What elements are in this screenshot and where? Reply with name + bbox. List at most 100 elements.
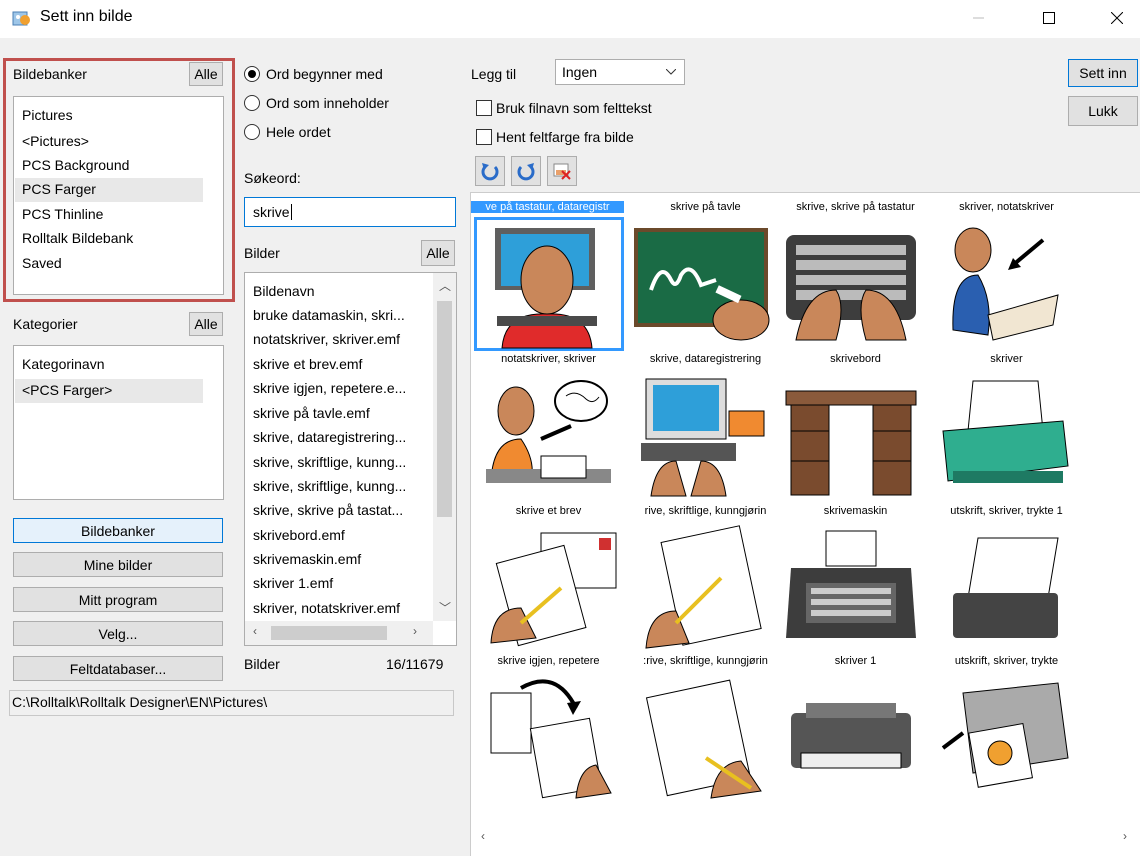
use-filename-option[interactable]: Bruk filnavn som felttekst (476, 100, 652, 116)
field-color-option[interactable]: Hent feltfarge fra bilde (476, 129, 634, 145)
bank-item[interactable]: Pictures (22, 107, 73, 123)
maximize-button[interactable] (1026, 0, 1072, 36)
images-list[interactable]: Bildenavn bruke datamaskin, skri... nota… (244, 272, 457, 646)
categories-list[interactable]: Kategorinavn <PCS Farger> (13, 345, 224, 500)
horizontal-scroll-thumb[interactable] (271, 626, 387, 640)
gallery-thumb[interactable] (481, 523, 621, 656)
gallery-thumb[interactable] (781, 220, 921, 353)
image-list-item[interactable]: notatskriver, skriver.emf (253, 331, 400, 347)
image-list-item[interactable]: skriver 1.emf (253, 575, 333, 591)
data-entry-image (641, 378, 765, 497)
keyword-input[interactable]: skrive (244, 197, 456, 227)
image-list-item[interactable]: skrive på tavle.emf (253, 405, 370, 421)
gallery-thumb[interactable] (631, 220, 771, 353)
written-notice-image (645, 525, 762, 649)
keyword-value: skrive (253, 204, 290, 220)
note-writer-image (952, 227, 1059, 341)
window-title: Sett inn bilde (40, 8, 133, 25)
gallery-thumb[interactable] (631, 371, 771, 504)
gallery-caption: skrive et brev (515, 505, 582, 517)
image-remove-icon (553, 163, 571, 180)
close-button[interactable] (1094, 0, 1140, 36)
scroll-left-icon[interactable]: ‹ (253, 624, 257, 638)
image-list-item[interactable]: skrive igjen, repetere.e... (253, 380, 406, 396)
gallery-thumb[interactable] (933, 673, 1073, 806)
gallery-thumb[interactable] (781, 673, 921, 806)
rotate-left-button[interactable] (475, 156, 505, 186)
images-all-button[interactable]: Alle (421, 240, 455, 266)
my-program-button[interactable]: Mitt program (13, 587, 223, 612)
gallery-thumb[interactable] (481, 673, 621, 806)
gallery-thumb[interactable] (933, 371, 1073, 504)
image-list-item[interactable]: skrivemaskin.emf (253, 551, 361, 567)
use-filename-checkbox[interactable] (476, 100, 492, 116)
rotate-right-button[interactable] (511, 156, 541, 186)
scroll-up-icon[interactable]: ︿ (439, 277, 451, 294)
option-contains[interactable]: Ord som inneholder (244, 95, 389, 111)
image-list-item[interactable]: skrive, dataregistrering... (253, 429, 406, 445)
image-list-item[interactable]: skrivebord.emf (253, 527, 345, 543)
option-starts-with-label: Ord begynner med (266, 66, 383, 82)
banks-button[interactable]: Bildebanker (13, 518, 223, 543)
image-list-item[interactable]: skrive, skriftlige, kunng... (253, 478, 406, 494)
choose-button[interactable]: Velg... (13, 621, 223, 646)
field-database-button[interactable]: Feltdatabaser... (13, 656, 223, 681)
app-icon (12, 11, 30, 26)
categories-all-button[interactable]: Alle (189, 312, 223, 336)
bank-item[interactable]: Rolltalk Bildebank (22, 230, 133, 246)
gallery-caption: skrivebord (830, 353, 881, 365)
image-list-item[interactable]: skrive et brev.emf (253, 356, 362, 372)
gallery-thumb[interactable] (781, 371, 921, 504)
minimize-button[interactable] (956, 0, 1002, 36)
banks-list[interactable]: Pictures <Pictures> PCS Background PCS F… (13, 96, 224, 295)
gallery-caption: rive, skriftlige, kunngjørin (644, 505, 767, 517)
gallery-thumb[interactable] (933, 220, 1073, 353)
gallery-thumb[interactable] (631, 673, 771, 806)
image-list-item[interactable]: bruke datamaskin, skri... (253, 307, 405, 323)
image-gallery[interactable]: ve på tastatur, dataregistr skrive på ta… (470, 192, 1140, 856)
horizontal-scrollbar[interactable]: ‹ › (245, 621, 433, 645)
bank-item[interactable]: PCS Background (22, 157, 129, 173)
banks-label: Bildebanker (13, 66, 87, 82)
bank-item-selected[interactable]: PCS Farger (22, 181, 96, 197)
bank-item[interactable]: PCS Thinline (22, 206, 103, 222)
image-list-item[interactable]: skrive, skriftlige, kunng... (253, 454, 406, 470)
close-dialog-button[interactable]: Lukk (1068, 96, 1138, 126)
gallery-thumb-selected[interactable] (474, 217, 624, 351)
gallery-scroll-left-icon[interactable]: ‹ (481, 829, 485, 843)
gallery-thumb[interactable] (933, 523, 1073, 656)
insert-button[interactable]: Sett inn (1068, 59, 1138, 87)
banks-all-button[interactable]: Alle (189, 62, 223, 86)
radio-contains[interactable] (244, 95, 260, 111)
image-list-item[interactable]: skriver, notatskriver.emf (253, 600, 400, 616)
minimize-icon (973, 17, 984, 19)
remove-image-button[interactable] (547, 156, 577, 186)
add-dropdown[interactable]: Ingen (555, 59, 685, 85)
radio-starts-with[interactable] (244, 66, 260, 82)
radio-whole-word[interactable] (244, 124, 260, 140)
option-whole-word[interactable]: Hele ordet (244, 124, 331, 140)
printer-1-image (791, 703, 911, 769)
gallery-scroll-right-icon[interactable]: › (1123, 829, 1127, 843)
gallery-thumb[interactable] (631, 523, 771, 656)
gallery-caption: skriver, notatskriver (959, 201, 1054, 213)
written-document-image (645, 679, 762, 799)
scroll-down-icon[interactable]: ﹀ (439, 599, 451, 616)
vertical-scrollbar[interactable]: ︿ ﹀ (433, 273, 456, 621)
category-item[interactable]: <PCS Farger> (22, 382, 112, 398)
scroll-right-icon[interactable]: › (413, 624, 417, 638)
my-images-button[interactable]: Mine bilder (13, 552, 223, 577)
category-header: Kategorinavn (22, 356, 105, 372)
vertical-scroll-thumb[interactable] (437, 301, 452, 517)
gallery-caption-selected: ve på tastatur, dataregistr (471, 201, 624, 213)
gallery-caption: utskrift, skriver, trykte (954, 655, 1059, 667)
computer-user-image (495, 228, 597, 349)
image-list-item[interactable]: skrive, skrive på tastat... (253, 502, 403, 518)
bank-item[interactable]: <Pictures> (22, 133, 89, 149)
option-starts-with[interactable]: Ord begynner med (244, 66, 383, 82)
gallery-thumb[interactable] (781, 523, 921, 656)
gallery-caption: notatskriver, skriver (501, 353, 596, 365)
gallery-thumb[interactable] (481, 371, 621, 504)
field-color-checkbox[interactable] (476, 129, 492, 145)
bank-item[interactable]: Saved (22, 255, 62, 271)
